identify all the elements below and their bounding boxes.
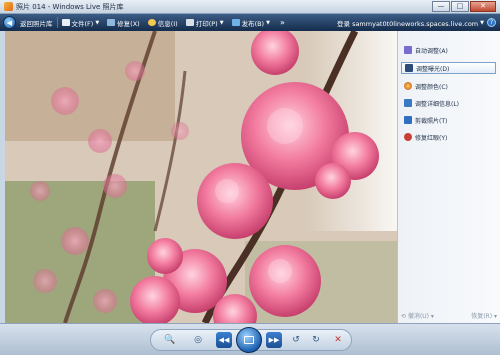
- maximize-button[interactable]: □: [451, 0, 469, 12]
- chevron-down-icon: ▼: [266, 19, 270, 26]
- pane-item-label: 调整曝光(D): [416, 65, 450, 73]
- detail-icon: [404, 99, 412, 107]
- back-to-gallery-button[interactable]: 返回照片库: [16, 14, 57, 31]
- photo-view[interactable]: [5, 31, 397, 323]
- delete-icon[interactable]: ✕: [330, 332, 346, 348]
- back-to-gallery-label: 返回照片库: [20, 19, 53, 28]
- publish-menu[interactable]: 发布(B) ▼: [228, 14, 274, 31]
- toolbar: ◀ 返回照片库 文件(F) ▼ 修复(X) 信息(I) 打印(P) ▼ 发布(B…: [0, 14, 500, 31]
- chevron-down-icon: ▼: [95, 19, 100, 26]
- crop-icon: [404, 116, 412, 124]
- window-title: 照片 014 - Windows Live 照片库: [16, 2, 124, 11]
- chevron-down-icon: ▼: [219, 19, 224, 26]
- rotate-left-icon[interactable]: ↺: [288, 332, 304, 348]
- exposure-icon: [405, 64, 413, 72]
- fix-pane: 自动调整(A) 调整曝光(D) 调整颜色(C) 调整详细信息(L) 剪裁照片(T…: [397, 31, 500, 323]
- pane-item-adjust-color[interactable]: 调整颜色(C): [401, 80, 496, 92]
- pane-item-auto-adjust[interactable]: 自动调整(A): [401, 44, 496, 56]
- pane-item-label: 自动调整(A): [415, 47, 448, 55]
- pane-item-fix-red-eye[interactable]: 修复红眼(Y): [401, 131, 496, 143]
- info-icon: [147, 19, 156, 26]
- fix-icon: [107, 19, 116, 26]
- fix-button[interactable]: 修复(X): [103, 14, 144, 31]
- info-button-label: 信息(I): [157, 19, 178, 28]
- undo-label: 撤消(U): [407, 313, 430, 320]
- file-icon: [61, 19, 70, 26]
- minimize-button[interactable]: —: [432, 0, 450, 12]
- help-icon[interactable]: ?: [487, 18, 496, 27]
- undo-button[interactable]: ⟲ 撤消(U) ▾: [401, 311, 434, 320]
- pane-item-crop[interactable]: 剪裁照片(T): [401, 114, 496, 126]
- print-menu-label: 打印(P): [195, 19, 218, 28]
- back-arrow-icon[interactable]: ◀: [3, 16, 16, 29]
- next-button[interactable]: ▶▶: [266, 332, 282, 348]
- rotate-right-icon[interactable]: ↻: [308, 332, 324, 348]
- chevron-down-icon[interactable]: ▼: [480, 20, 484, 26]
- title-bar: 照片 014 - Windows Live 照片库 — □ ✕: [0, 0, 500, 14]
- previous-button[interactable]: ◀◀: [216, 332, 232, 348]
- slideshow-button[interactable]: [236, 327, 262, 353]
- pane-item-adjust-exposure[interactable]: 调整曝光(D): [401, 62, 496, 74]
- printer-icon: [185, 19, 194, 26]
- bottom-control-bar: 🔍 ◎ ◀◀ ▶▶ ↺ ↻ ✕: [0, 323, 500, 355]
- print-menu[interactable]: 打印(P) ▼: [182, 14, 228, 31]
- redo-button[interactable]: 恢复(R) ▾: [471, 311, 497, 320]
- color-icon: [404, 82, 412, 90]
- redeye-icon: [404, 133, 412, 141]
- more-commands-button[interactable]: »: [274, 18, 291, 27]
- peach-blossom-photo: [5, 31, 397, 323]
- close-button[interactable]: ✕: [470, 0, 496, 12]
- redo-label: 恢复(R): [471, 313, 493, 320]
- pane-item-label: 调整颜色(C): [415, 83, 448, 91]
- publish-menu-label: 发布(B): [241, 19, 265, 28]
- sign-in-link[interactable]: 登录 sammyat0t0lineworks.spaces.live.com: [337, 18, 478, 28]
- info-button[interactable]: 信息(I): [144, 14, 182, 31]
- wand-icon: [404, 46, 412, 54]
- pane-item-label: 调整详细信息(L): [415, 100, 460, 108]
- publish-icon: [231, 19, 240, 26]
- zoom-icon[interactable]: 🔍: [162, 332, 178, 348]
- file-menu-label: 文件(F): [71, 19, 94, 28]
- file-menu[interactable]: 文件(F) ▼: [58, 14, 104, 31]
- pane-item-label: 修复红眼(Y): [415, 134, 448, 142]
- app-icon: [4, 2, 13, 11]
- pane-item-adjust-detail[interactable]: 调整详细信息(L): [401, 97, 496, 109]
- pane-item-label: 剪裁照片(T): [415, 117, 448, 125]
- slideshow-icon: [244, 336, 254, 344]
- fix-button-label: 修复(X): [117, 19, 140, 28]
- actual-size-icon[interactable]: ◎: [190, 332, 206, 348]
